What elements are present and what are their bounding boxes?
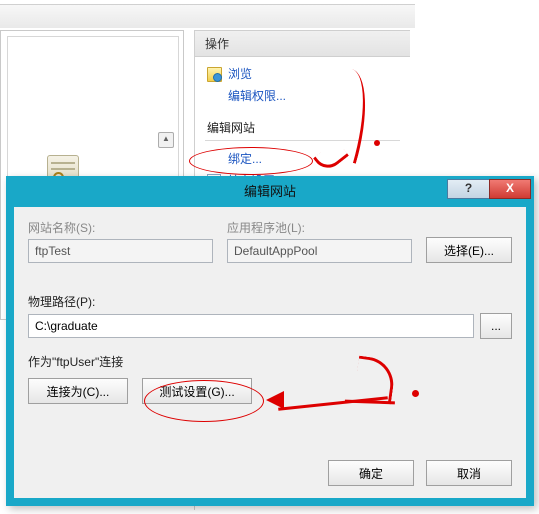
help-button[interactable]: ? <box>447 179 489 199</box>
annotation-dot-1 <box>374 140 380 146</box>
browse-icon <box>207 67 222 82</box>
section-edit-site-label: 编辑网站 <box>195 113 410 138</box>
divider <box>205 140 400 142</box>
dialog-body: 网站名称(S): 应用程序池(L): 选择(E)... 物理路径(P): ...… <box>14 207 526 498</box>
action-browse-label: 浏览 <box>228 63 252 85</box>
physical-path-input[interactable] <box>28 314 474 338</box>
actions-header: 操作 <box>195 30 410 57</box>
parent-toolbar-strip <box>0 4 415 28</box>
app-pool-label: 应用程序池(L): <box>227 219 412 236</box>
select-app-pool-button[interactable]: 选择(E)... <box>426 237 512 263</box>
annotation-ellipse-2 <box>144 380 264 422</box>
annotation-ellipse-1 <box>189 147 313 175</box>
app-pool-input <box>227 239 412 263</box>
edit-site-dialog: 编辑网站 ? X 网站名称(S): 应用程序池(L): 选择(E)... 物理路… <box>6 176 534 506</box>
site-name-input <box>28 239 213 263</box>
connect-as-button[interactable]: 连接为(C)... <box>28 378 128 404</box>
browse-path-button[interactable]: ... <box>480 313 512 339</box>
physical-path-label: 物理路径(P): <box>28 293 512 310</box>
site-name-label: 网站名称(S): <box>28 219 213 236</box>
close-button[interactable]: X <box>489 179 531 199</box>
action-edit-permissions[interactable]: 编辑权限... <box>207 85 398 107</box>
scroll-up-button[interactable]: ▲ <box>158 132 174 148</box>
action-edit-perm-label: 编辑权限... <box>228 85 286 107</box>
ok-button[interactable]: 确定 <box>328 460 414 486</box>
action-browse[interactable]: 浏览 <box>207 63 398 85</box>
cancel-button[interactable]: 取消 <box>426 460 512 486</box>
connect-as-text: 作为"ftpUser"连接 <box>28 353 512 370</box>
annotation-dot-2 <box>412 390 419 397</box>
titlebar-buttons: ? X <box>447 179 531 199</box>
